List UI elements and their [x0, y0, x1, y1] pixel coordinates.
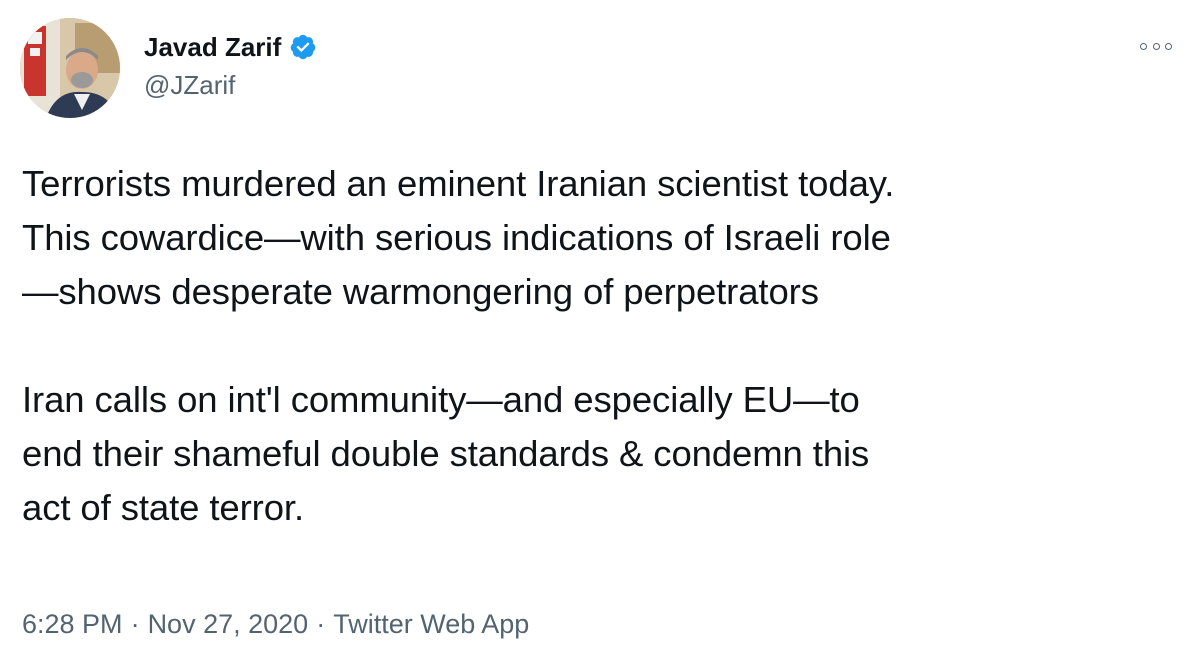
name-row: Javad Zarif	[144, 30, 317, 64]
verified-badge-icon	[289, 33, 317, 61]
tweet-source[interactable]: Twitter Web App	[333, 606, 529, 642]
dot-icon	[1152, 42, 1160, 50]
more-options-icon[interactable]	[1140, 36, 1172, 56]
separator: ·	[316, 609, 326, 639]
tweet-paragraph: Terrorists murdered an eminent Iranian s…	[22, 163, 895, 312]
dot-icon	[1165, 42, 1172, 50]
separator: ·	[130, 609, 140, 639]
user-handle[interactable]: @JZarif	[144, 68, 317, 102]
display-name[interactable]: Javad Zarif	[144, 30, 281, 64]
author-block[interactable]: Javad Zarif @JZarif	[144, 30, 317, 102]
dot-icon	[1140, 42, 1147, 50]
profile-photo	[20, 18, 120, 118]
avatar[interactable]	[20, 18, 120, 118]
tweet-card: Javad Zarif @JZarif Terrorists murdered …	[0, 0, 1200, 670]
tweet-metadata: 6:28 PM · Nov 27, 2020 · Twitter Web App	[22, 606, 529, 642]
tweet-paragraph: Iran calls on int'l community—and especi…	[22, 379, 870, 528]
tweet-date[interactable]: Nov 27, 2020	[148, 606, 309, 642]
tweet-text: Terrorists murdered an eminent Iranian s…	[22, 157, 1172, 535]
tweet-time[interactable]: 6:28 PM	[22, 606, 123, 642]
